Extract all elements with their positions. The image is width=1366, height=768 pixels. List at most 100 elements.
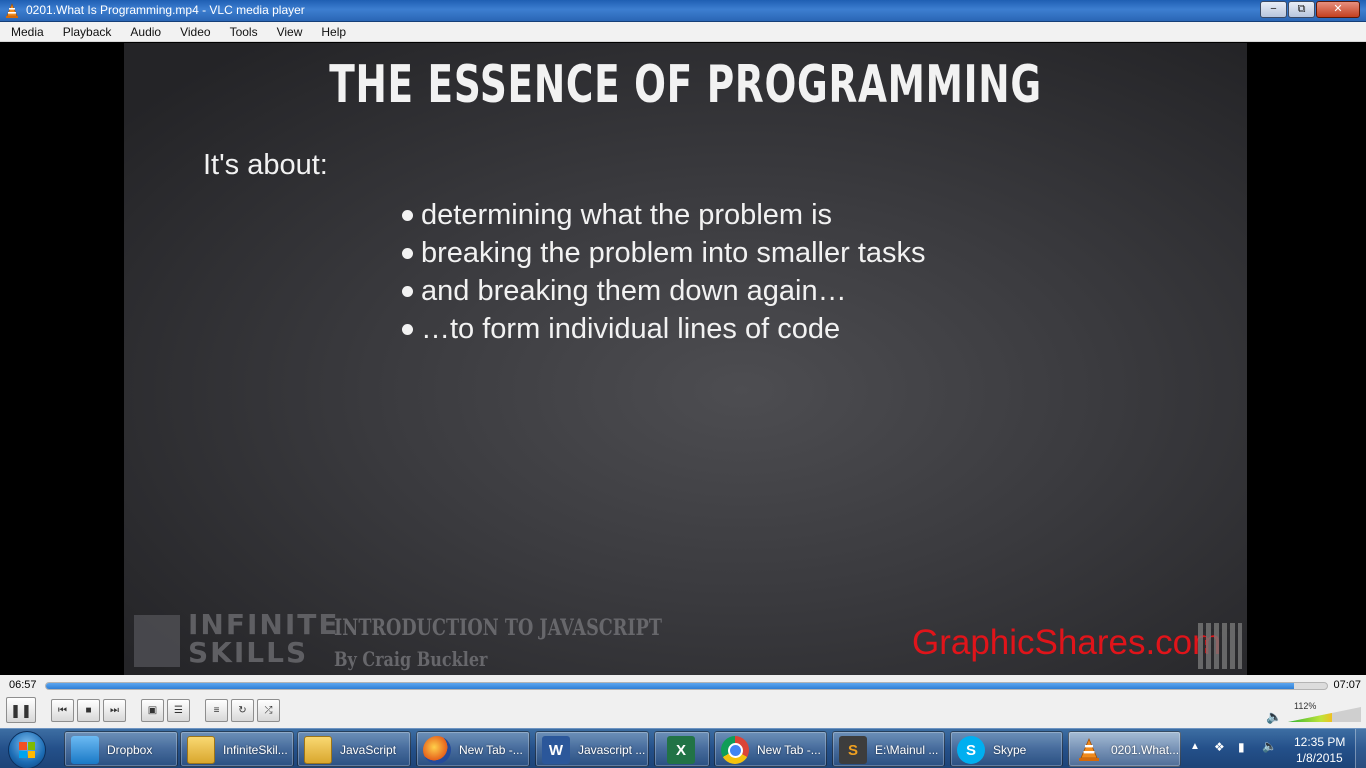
folder-icon xyxy=(304,736,332,764)
course-title: INTRODUCTION TO JAVASCRIPT xyxy=(334,615,662,641)
close-button[interactable]: ✕ xyxy=(1316,1,1360,18)
menu-tools[interactable]: Tools xyxy=(219,25,266,39)
clock-date[interactable]: 1/8/2015 xyxy=(1296,751,1343,765)
total-time: 07:07 xyxy=(1333,679,1361,691)
menu-playback[interactable]: Playback xyxy=(52,25,120,39)
volume-tray-icon[interactable]: 🔈 xyxy=(1262,739,1277,753)
playback-controls: ❚❚ ⏮ ■ ⏭ ▣ ☰ ≡ ↻ ⤮ 🔈 112% xyxy=(0,697,1366,728)
bullet-dot-icon xyxy=(402,285,413,297)
seek-bar-fill xyxy=(46,683,1294,689)
elapsed-time: 06:57 xyxy=(9,679,37,691)
infinite-skills-logo-icon xyxy=(134,615,180,667)
pause-button[interactable]: ❚❚ xyxy=(6,697,36,723)
stop-icon: ■ xyxy=(85,704,92,716)
watermark-text: GraphicShares.com xyxy=(912,623,1222,662)
sublime-text-icon: S xyxy=(839,736,867,764)
pause-icon: ❚❚ xyxy=(10,702,32,718)
show-hidden-icons-icon[interactable]: ▲ xyxy=(1190,741,1200,752)
show-desktop-button[interactable] xyxy=(1355,729,1366,768)
taskbar-item-word[interactable]: W Javascript ... xyxy=(535,731,649,767)
playlist-icon: ≡ xyxy=(213,704,220,716)
slide-intro: It's about: xyxy=(203,149,328,181)
start-button[interactable] xyxy=(8,731,46,768)
taskbar-item-dropbox[interactable]: Dropbox xyxy=(64,731,178,767)
seek-bar[interactable] xyxy=(45,682,1328,690)
bullet-dot-icon xyxy=(402,247,413,259)
network-icon[interactable]: ▮ xyxy=(1238,740,1245,754)
menu-audio[interactable]: Audio xyxy=(119,25,169,39)
bullet-dot-icon xyxy=(402,209,413,221)
menu-view[interactable]: View xyxy=(266,25,311,39)
taskbar-item-javascript-folder[interactable]: JavaScript xyxy=(297,731,411,767)
title-bar: 0201.What Is Programming.mp4 - VLC media… xyxy=(0,0,1366,22)
maximize-button[interactable]: ⧉ xyxy=(1288,1,1315,18)
taskbar-item-excel[interactable]: X xyxy=(654,731,710,767)
bullet-item: determining what the problem is xyxy=(402,196,926,234)
taskbar-item-label: Javascript ... xyxy=(578,743,646,757)
taskbar-item-label: InfiniteSkil... xyxy=(223,743,288,757)
extended-settings-button[interactable]: ☰ xyxy=(167,699,190,722)
seek-row: 06:57 07:07 xyxy=(0,675,1366,697)
brand-name: INFINITE SKILLS xyxy=(188,611,339,667)
fullscreen-icon: ▣ xyxy=(147,704,158,716)
volume-level-label: 112% xyxy=(1294,701,1317,711)
bullet-item: breaking the problem into smaller tasks xyxy=(402,234,926,272)
brand-line-1: INFINITE xyxy=(188,608,340,641)
shuffle-icon: ⤮ xyxy=(264,704,273,716)
folder-icon xyxy=(187,736,215,764)
vlc-icon xyxy=(1079,737,1099,761)
shuffle-button[interactable]: ⤮ xyxy=(257,699,280,722)
speaker-icon[interactable]: 🔈 xyxy=(1266,709,1282,725)
bullet-text: breaking the problem into smaller tasks xyxy=(421,236,926,269)
taskbar-item-label: Skype xyxy=(993,743,1027,757)
taskbar-item-label: Dropbox xyxy=(107,743,153,757)
menu-bar: Media Playback Audio Video Tools View He… xyxy=(0,22,1366,42)
loop-icon: ↻ xyxy=(238,704,247,716)
previous-button[interactable]: ⏮ xyxy=(51,699,74,722)
taskbar-item-chrome[interactable]: New Tab -... xyxy=(714,731,827,767)
next-icon: ⏭ xyxy=(110,704,119,716)
previous-icon: ⏮ xyxy=(58,704,67,716)
minimize-button[interactable]: − xyxy=(1260,1,1287,18)
bullet-text: determining what the problem is xyxy=(421,198,833,231)
clock-time[interactable]: 12:35 PM xyxy=(1294,735,1345,749)
taskbar-item-label: JavaScript xyxy=(340,743,397,757)
windows-start-icon xyxy=(19,742,35,758)
window-title: 0201.What Is Programming.mp4 - VLC media… xyxy=(26,3,305,17)
video-frame: THE ESSENCE OF PROGRAMMING It's about: d… xyxy=(124,43,1247,675)
menu-media[interactable]: Media xyxy=(0,25,52,39)
next-button[interactable]: ⏭ xyxy=(103,699,126,722)
taskbar-item-infiniteskills[interactable]: InfiniteSkil... xyxy=(180,731,294,767)
course-author: By Craig Buckler xyxy=(334,647,488,671)
firefox-icon xyxy=(423,736,451,764)
menu-help[interactable]: Help xyxy=(310,25,354,39)
taskbar-item-sublime[interactable]: S E:\Mainul ... xyxy=(832,731,945,767)
bullet-item: …to form individual lines of code xyxy=(402,310,926,348)
dropbox-folder-icon xyxy=(71,736,99,764)
fullscreen-button[interactable]: ▣ xyxy=(141,699,164,722)
slide-title: THE ESSENCE OF PROGRAMMING xyxy=(329,55,1042,115)
taskbar-item-skype[interactable]: S Skype xyxy=(950,731,1063,767)
chrome-icon xyxy=(721,736,749,764)
brand-line-2: SKILLS xyxy=(188,636,309,669)
equalizer-icon: ☰ xyxy=(174,704,183,716)
taskbar-item-label: New Tab -... xyxy=(757,743,821,757)
taskbar-item-vlc[interactable]: 0201.What... xyxy=(1068,731,1181,767)
taskbar: Dropbox InfiniteSkil... JavaScript New T… xyxy=(0,728,1366,768)
menu-video[interactable]: Video xyxy=(169,25,218,39)
taskbar-item-label: E:\Mainul ... xyxy=(875,743,939,757)
dropbox-tray-icon[interactable]: ❖ xyxy=(1214,740,1225,754)
skype-icon: S xyxy=(957,736,985,764)
watermark-logo-icon xyxy=(1198,623,1242,669)
stop-button[interactable]: ■ xyxy=(77,699,100,722)
excel-icon: X xyxy=(667,736,695,764)
video-area[interactable]: THE ESSENCE OF PROGRAMMING It's about: d… xyxy=(0,43,1366,675)
bullet-text: …to form individual lines of code xyxy=(421,312,841,345)
word-icon: W xyxy=(542,736,570,764)
loop-button[interactable]: ↻ xyxy=(231,699,254,722)
vlc-icon xyxy=(6,3,18,18)
bullet-item: and breaking them down again… xyxy=(402,272,926,310)
playlist-button[interactable]: ≡ xyxy=(205,699,228,722)
taskbar-item-firefox[interactable]: New Tab -... xyxy=(416,731,530,767)
bullet-list: determining what the problem is breaking… xyxy=(402,196,926,348)
